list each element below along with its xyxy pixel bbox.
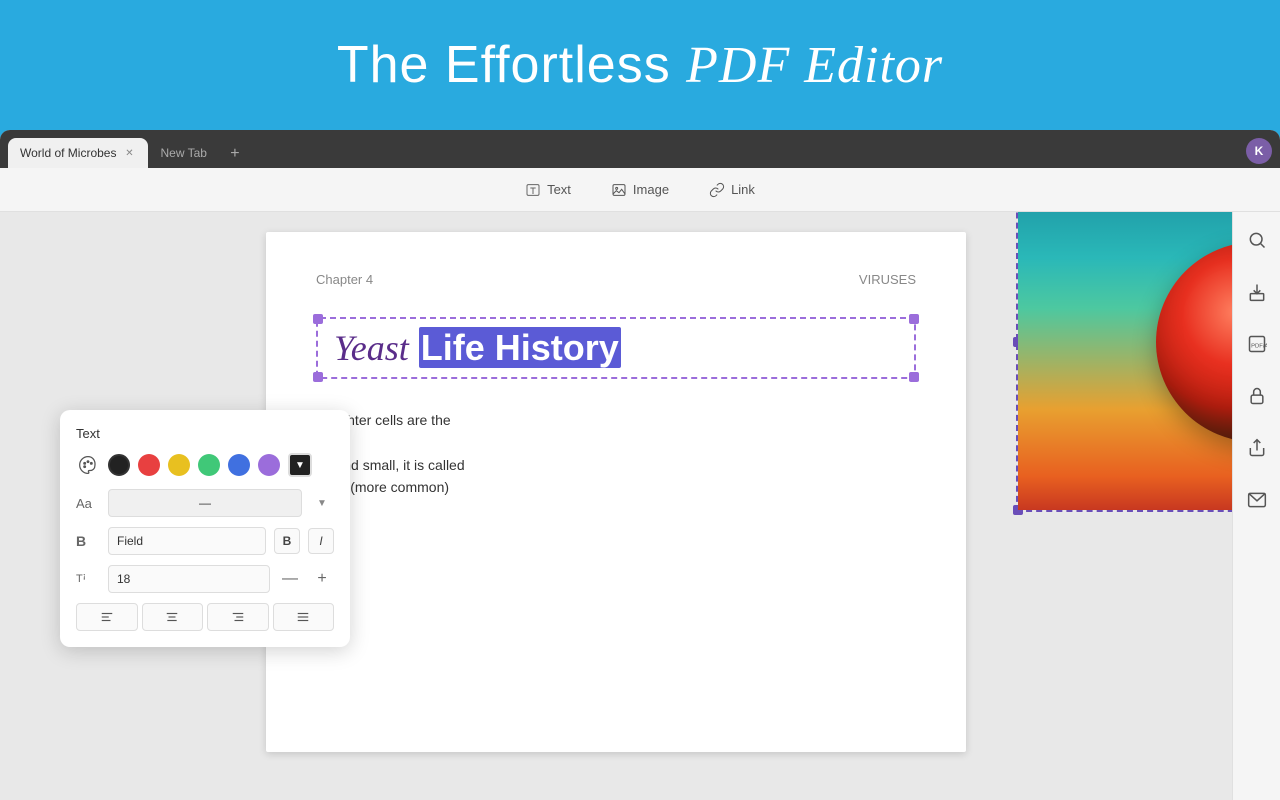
sidebar-share-button[interactable]	[1241, 432, 1273, 464]
align-left-button[interactable]	[76, 603, 138, 631]
font-name-row: B Field B I	[76, 527, 334, 555]
body-line-2: ge and small, it is called	[316, 454, 916, 476]
selection-handle-br	[909, 372, 919, 382]
title-italic: Yeast	[334, 328, 409, 368]
link-tool-label: Link	[731, 182, 755, 197]
size-select[interactable]: 18	[108, 565, 270, 593]
text-format-popup: Text	[60, 410, 350, 647]
pdf-page: Chapter 4 VIRUSES Yeast Life History	[266, 232, 966, 752]
image-icon	[611, 182, 627, 198]
sidebar-mail-button[interactable]	[1241, 484, 1273, 516]
body-line-1: daughter cells are the	[316, 409, 916, 431]
selection-handle-bl	[313, 372, 323, 382]
tab-bar: World of Microbes ✕ New Tab + K	[0, 130, 1280, 168]
text-tool-label: Text	[547, 182, 571, 197]
sidebar-download-button[interactable]	[1241, 276, 1273, 308]
tab-close-button[interactable]: ✕	[122, 146, 136, 160]
chapter-label: Chapter 4	[316, 272, 373, 287]
sphere-image	[1018, 212, 1232, 510]
image-tool-label: Image	[633, 182, 669, 197]
banner-title: The Effortless PDF Editor	[337, 35, 943, 95]
align-right-button[interactable]	[207, 603, 269, 631]
italic-button[interactable]: I	[308, 528, 334, 554]
text-tool-button[interactable]: Text	[517, 178, 579, 202]
sphere-graphic	[1156, 242, 1232, 442]
popup-title: Text	[76, 426, 334, 441]
right-sidebar: PDF/A	[1232, 212, 1280, 800]
body-text: daughter cells are the ge and small, it …	[316, 409, 916, 499]
color-picker-swatch[interactable]: ▼	[288, 453, 312, 477]
top-banner: The Effortless PDF Editor	[0, 0, 1280, 130]
font-size-stepper-row: Tꜟ 18 — +	[76, 565, 334, 593]
image-selection-box[interactable]	[1016, 212, 1232, 512]
color-purple[interactable]	[258, 454, 280, 476]
pdf-content: Chapter 4 VIRUSES Yeast Life History	[0, 212, 1232, 800]
page-title: Yeast Life History	[334, 327, 898, 369]
image-tool-button[interactable]: Image	[603, 178, 677, 202]
font-select[interactable]: Field	[108, 527, 266, 555]
search-icon	[1247, 230, 1267, 250]
text-icon	[525, 182, 541, 198]
section-label: VIRUSES	[859, 272, 916, 287]
share-icon	[1247, 438, 1267, 458]
align-center-button[interactable]	[142, 603, 204, 631]
tab-world-of-microbes[interactable]: World of Microbes ✕	[8, 138, 148, 168]
color-blue[interactable]	[228, 454, 250, 476]
size-increase-button[interactable]: +	[310, 567, 334, 591]
bold-button[interactable]: B	[274, 528, 300, 554]
bold-indicator: B	[76, 533, 100, 549]
sidebar-pdf-format-button[interactable]: PDF/A	[1241, 328, 1273, 360]
body-line-3: sion) (more common)	[316, 476, 916, 498]
color-yellow[interactable]	[168, 454, 190, 476]
selection-handle-tr	[909, 314, 919, 324]
size-label: Tꜟ	[76, 573, 100, 585]
color-green[interactable]	[198, 454, 220, 476]
tab-new-tab[interactable]: New Tab	[148, 138, 218, 168]
lock-icon	[1247, 386, 1267, 406]
link-tool-button[interactable]: Link	[701, 178, 763, 202]
toolbar: Text Image Link	[0, 168, 1280, 212]
download-icon	[1247, 282, 1267, 302]
font-size-dropdown-icon[interactable]: ▼	[310, 491, 334, 515]
font-size-row: Aa — ▼	[76, 489, 334, 517]
color-row: ▼	[76, 453, 334, 477]
color-black[interactable]	[108, 454, 130, 476]
new-tab-button[interactable]: +	[223, 142, 247, 166]
mail-icon	[1247, 490, 1267, 510]
font-size-dash: —	[108, 489, 302, 517]
sidebar-search-button[interactable]	[1241, 224, 1273, 256]
link-icon	[709, 182, 725, 198]
title-selection-box[interactable]: Yeast Life History	[316, 317, 916, 379]
alignment-row	[76, 603, 334, 631]
color-picker-icon[interactable]	[76, 453, 100, 477]
avatar: K	[1246, 138, 1272, 164]
tab-label: New Tab	[160, 146, 206, 160]
main-area: Chapter 4 VIRUSES Yeast Life History	[0, 212, 1280, 800]
page-header: Chapter 4 VIRUSES	[316, 272, 916, 287]
color-red[interactable]	[138, 454, 160, 476]
tab-label: World of Microbes	[20, 146, 116, 160]
sidebar-lock-button[interactable]	[1241, 380, 1273, 412]
svg-text:PDF/A: PDF/A	[1251, 343, 1267, 349]
browser-window: World of Microbes ✕ New Tab + K Text Ima…	[0, 130, 1280, 800]
align-justify-button[interactable]	[273, 603, 335, 631]
selection-handle-tl	[313, 314, 323, 324]
pdf-format-icon: PDF/A	[1247, 334, 1267, 354]
font-size-icon: Aa	[76, 496, 100, 511]
size-decrease-button[interactable]: —	[278, 567, 302, 591]
title-selected: Life History	[419, 327, 621, 368]
